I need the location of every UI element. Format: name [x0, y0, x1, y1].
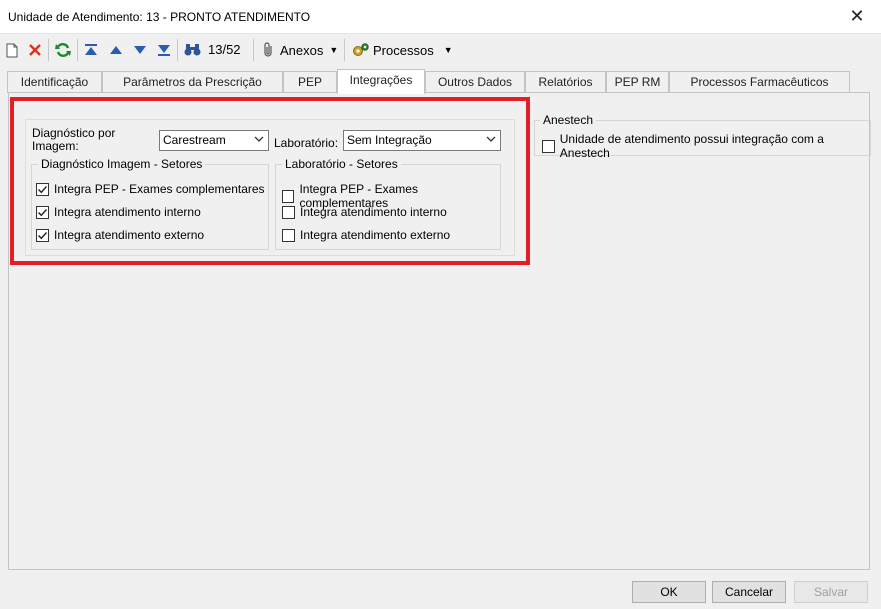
- gears-icon: [353, 43, 369, 56]
- toolbar-separator: [253, 39, 254, 61]
- diag-integra-pep-checkbox[interactable]: Integra PEP - Exames complementares: [36, 182, 265, 196]
- checkbox-label: Integra atendimento externo: [54, 228, 205, 242]
- checkbox-unchecked[interactable]: [282, 205, 295, 219]
- processes-button[interactable]: Processos ▼: [352, 42, 453, 58]
- lab-integra-interno-checkbox[interactable]: Integra atendimento interno: [282, 205, 447, 219]
- record-counter: 13/52: [208, 42, 241, 57]
- new-icon[interactable]: [4, 40, 20, 60]
- cancel-button[interactable]: Cancelar: [712, 581, 786, 603]
- tab-processos-farmaceuticos[interactable]: Processos Farmacêuticos: [669, 71, 850, 93]
- tab-outros-dados[interactable]: Outros Dados: [425, 71, 525, 93]
- checkbox-label: Integra atendimento interno: [54, 205, 201, 219]
- delete-icon[interactable]: [26, 40, 44, 60]
- next-record-icon[interactable]: [131, 40, 149, 60]
- diagnostic-imaging-label-line2: Imagem:: [32, 139, 79, 153]
- laboratory-sectors-title: Laboratório - Setores: [282, 157, 401, 171]
- checkbox-unchecked[interactable]: [282, 189, 295, 203]
- diagnostic-imaging-sectors-group: Diagnóstico Imagem - Setores Integra PEP…: [31, 157, 269, 250]
- laboratory-sectors-group: Laboratório - Setores Integra PEP - Exam…: [275, 157, 501, 250]
- anestech-group: Anestech Unidade de atendimento possui i…: [534, 113, 871, 160]
- toolbar-separator: [177, 39, 178, 61]
- paperclip-icon: [264, 42, 272, 57]
- tab-identificacao[interactable]: Identificação: [7, 71, 102, 93]
- anestech-integration-checkbox[interactable]: Unidade de atendimento possui integração…: [542, 132, 870, 160]
- checkbox-label: Integra PEP - Exames complementares: [54, 182, 265, 196]
- checkbox-label: Unidade de atendimento possui integração…: [559, 132, 824, 160]
- checkbox-label: Integra atendimento interno: [300, 205, 447, 219]
- previous-record-icon[interactable]: [107, 40, 125, 60]
- toolbar-separator: [48, 39, 49, 61]
- integrations-panel: Diagnóstico por Imagem: Carestream Labor…: [8, 92, 871, 570]
- checkbox-unchecked[interactable]: [282, 228, 295, 242]
- anestech-title: Anestech: [540, 113, 597, 127]
- refresh-icon[interactable]: [53, 40, 73, 60]
- checkbox-label: Integra atendimento externo: [300, 228, 451, 242]
- toolbar: 13/52 Anexos ▼ Processos ▼: [0, 35, 881, 65]
- ok-button[interactable]: OK: [632, 581, 706, 603]
- diag-integra-externo-checkbox[interactable]: Integra atendimento externo: [36, 228, 204, 242]
- chevron-down-icon: [486, 136, 496, 142]
- diagnostic-imaging-select[interactable]: Carestream: [159, 130, 269, 151]
- diagnostic-imaging-label-line1: Diagnóstico por: [32, 126, 116, 140]
- chevron-down-icon: [254, 136, 264, 142]
- chevron-down-icon: ▼: [443, 45, 453, 55]
- save-button[interactable]: Salvar: [794, 581, 868, 603]
- attachments-button[interactable]: Anexos ▼: [262, 42, 338, 58]
- laboratory-select[interactable]: Sem Integração: [343, 130, 501, 151]
- toolbar-separator: [344, 39, 345, 61]
- diag-integra-interno-checkbox[interactable]: Integra atendimento interno: [36, 205, 201, 219]
- tab-pep-rm[interactable]: PEP RM: [606, 71, 669, 93]
- diagnostic-imaging-label: Diagnóstico por Imagem:: [32, 127, 115, 153]
- laboratory-label: Laboratório:: [274, 136, 339, 150]
- first-record-icon[interactable]: [82, 40, 100, 60]
- diagnostic-imaging-value: Carestream: [163, 133, 226, 147]
- checkbox-unchecked[interactable]: [542, 139, 555, 153]
- toolbar-separator: [77, 39, 78, 61]
- processes-label: Processos: [373, 42, 434, 58]
- integration-settings-group: Diagnóstico por Imagem: Carestream Labor…: [25, 119, 515, 256]
- checkbox-checked[interactable]: [36, 228, 49, 242]
- tab-parametros-prescricao[interactable]: Parâmetros da Prescrição: [102, 71, 283, 93]
- checkbox-checked[interactable]: [36, 182, 49, 196]
- diagnostic-imaging-sectors-title: Diagnóstico Imagem - Setores: [38, 157, 206, 171]
- last-record-icon[interactable]: [155, 40, 173, 60]
- close-icon[interactable]: ✕: [847, 6, 867, 26]
- laboratory-value: Sem Integração: [347, 133, 432, 147]
- attachments-label: Anexos: [280, 42, 324, 58]
- tab-pep[interactable]: PEP: [283, 71, 337, 93]
- checkbox-checked[interactable]: [36, 205, 49, 219]
- tab-integracoes[interactable]: Integrações: [337, 69, 425, 94]
- title-bar: Unidade de Atendimento: 13 - PRONTO ATEN…: [0, 0, 881, 34]
- tab-relatorios[interactable]: Relatórios: [525, 71, 606, 93]
- binoculars-icon[interactable]: [182, 40, 202, 60]
- chevron-down-icon: ▼: [329, 45, 339, 55]
- window-title: Unidade de Atendimento: 13 - PRONTO ATEN…: [8, 10, 311, 24]
- lab-integra-externo-checkbox[interactable]: Integra atendimento externo: [282, 228, 450, 242]
